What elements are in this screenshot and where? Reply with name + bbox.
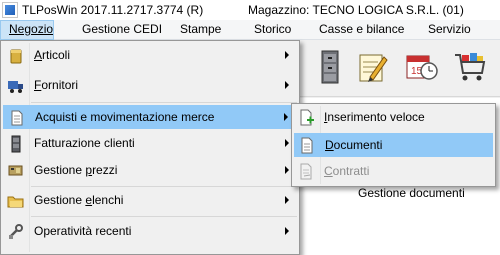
toolbar-cabinet-button[interactable] <box>310 46 350 88</box>
menu-item-fatturazione-clienti[interactable]: Fatturazione clienti <box>3 132 297 156</box>
submenu-arrow-icon <box>285 196 289 204</box>
menu-separator <box>31 102 297 103</box>
box-icon <box>7 47 25 65</box>
submenu-item-inserimento-veloce[interactable]: Inserimento veloce <box>294 106 493 130</box>
document-icon <box>300 137 316 155</box>
truck-icon <box>7 77 25 95</box>
menu-bar: Negozio Gestione CEDI Stampe Storico Cas… <box>0 20 500 40</box>
window-title: TLPosWin 2017.11.2717.3774 (R) <box>22 3 204 17</box>
menu-item-fornitori[interactable]: Fornitori <box>3 74 297 98</box>
shopping-cart-icon <box>455 53 486 81</box>
menu-item-gestione-elenchi[interactable]: Gestione elenchi <box>3 189 297 213</box>
submenu-arrow-icon <box>285 166 289 174</box>
toolbar-cart-button[interactable] <box>450 46 490 88</box>
contract-icon <box>299 163 315 181</box>
toolbar-calendar-clock-button[interactable]: 15 <box>402 46 442 88</box>
menu-gestione-cedi[interactable]: Gestione CEDI <box>82 20 162 40</box>
submenu-arrow-icon <box>285 227 289 235</box>
menu-storico[interactable]: Storico <box>254 20 291 40</box>
folder-icon <box>7 192 25 210</box>
menu-item-operativita-recenti[interactable]: Operatività recenti <box>3 220 297 244</box>
recent-tools-icon <box>7 223 25 241</box>
submenu-arrow-icon <box>285 139 289 147</box>
submenu-item-contratti[interactable]: Contratti <box>294 160 493 184</box>
title-bar: TLPosWin 2017.11.2717.3774 (R) Magazzino… <box>0 0 500 20</box>
notepad-icon <box>359 54 388 82</box>
menu-item-gestione-prezzi[interactable]: Gestione prezzi <box>3 159 297 183</box>
negozio-dropdown-menu: Articoli Fornitori Acquisti e movimentaz… <box>0 40 300 255</box>
menu-separator <box>31 186 297 187</box>
cabinet-icon <box>321 50 339 84</box>
submenu-arrow-icon <box>285 51 289 59</box>
acquisti-submenu: Inserimento veloce Documenti Contratti <box>291 103 496 187</box>
submenu-arrow-icon <box>285 81 289 89</box>
app-icon <box>2 2 18 18</box>
menu-servizio[interactable]: Servizio <box>428 20 471 40</box>
submenu-item-documenti[interactable]: Documenti <box>294 133 493 157</box>
menu-casse-e-bilance[interactable]: Casse e bilance <box>319 20 404 40</box>
menu-stampe[interactable]: Stampe <box>180 20 221 40</box>
menu-item-articoli[interactable]: Articoli <box>3 44 297 68</box>
warehouse-label: Magazzino: TECNO LOGICA S.R.L. (01) <box>248 3 464 17</box>
document-icon <box>8 109 26 127</box>
menu-negozio[interactable]: Negozio <box>0 20 54 40</box>
calendar-clock-icon: 15 <box>406 55 438 80</box>
toolbar-notepad-button[interactable] <box>352 46 392 88</box>
content-peek-label: Gestione documenti <box>358 186 465 200</box>
cabinet-icon <box>7 135 25 153</box>
add-document-icon <box>299 109 315 127</box>
menu-item-acquisti-e-movimentazione-merce[interactable]: Acquisti e movimentazione merce <box>3 105 297 129</box>
menu-separator <box>31 216 297 217</box>
submenu-arrow-icon <box>284 113 288 121</box>
price-tag-icon <box>7 162 25 180</box>
